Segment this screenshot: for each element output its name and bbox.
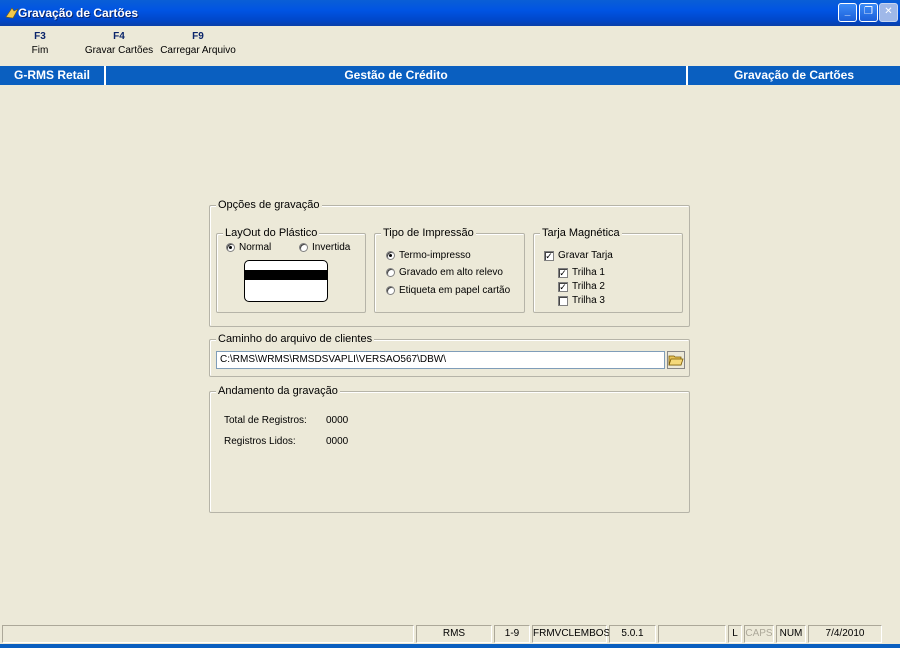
impressao-etiqueta-radio[interactable]: Etiqueta em papel cartão [386, 285, 510, 296]
checkbox-label: Trilha 3 [572, 295, 605, 306]
radio-selected [386, 251, 395, 260]
header-module: Gestão de Crédito [344, 68, 448, 82]
radio-unselected [386, 286, 395, 295]
tool-label: Fim [31, 45, 49, 56]
status-range: 1-9 [494, 625, 530, 643]
toolbar-fim-button[interactable]: F3 Fim [26, 30, 54, 58]
checkbox-checked: ✓ [558, 281, 568, 292]
key-label: F3 [34, 31, 46, 42]
status-version: 5.0.1 [609, 625, 656, 643]
layout-legend: LayOut do Plástico [223, 227, 320, 239]
tarja-legend: Tarja Magnética [540, 227, 622, 239]
trilha1-checkbox[interactable]: ✓ Trilha 1 [558, 267, 605, 278]
minimize-icon: _ [844, 6, 851, 17]
tool-label: Gravar Cartões [84, 45, 154, 56]
checkbox-label: Gravar Tarja [558, 250, 613, 261]
options-legend: Opções de gravação [216, 199, 322, 211]
radio-label: Normal [239, 242, 272, 253]
checkbox-label: Trilha 1 [572, 267, 605, 278]
restore-button[interactable]: ❐ [859, 3, 878, 22]
status-l: L [728, 625, 742, 643]
radio-label: Etiqueta em papel cartão [399, 285, 511, 296]
status-num: NUM [776, 625, 806, 643]
restore-icon: ❐ [864, 6, 873, 17]
radio-label: Invertida [312, 242, 351, 253]
andamento-group: Andamento da gravação [209, 385, 690, 513]
window-title: Gravação de Cartões [18, 6, 139, 20]
status-form: FRMVCLEMBOS [532, 625, 610, 643]
title-bar: Gravação de Cartões _ ❐ ✕ [0, 0, 900, 26]
radio-unselected [299, 243, 308, 252]
total-registros-label: Total de Registros: [224, 415, 307, 426]
function-key-toolbar: F3 Fim F4 Gravar Cartões F9 Carregar Arq… [0, 30, 900, 64]
card-preview-image [244, 260, 328, 302]
tarja-group: Tarja Magnética [533, 227, 683, 313]
magnetic-stripe [245, 270, 327, 280]
checkbox-checked: ✓ [544, 250, 554, 261]
impressao-alto-relevo-radio[interactable]: Gravado em alto relevo [386, 267, 503, 278]
radio-selected [226, 243, 235, 252]
radio-label: Gravado em alto relevo [399, 267, 503, 278]
close-button[interactable]: ✕ [879, 3, 898, 22]
layout-normal-radio[interactable]: Normal [226, 242, 271, 253]
andamento-legend: Andamento da gravação [216, 385, 340, 397]
folder-open-icon [668, 355, 684, 366]
toolbar-gravar-cartoes-button[interactable]: F4 Gravar Cartões [84, 30, 154, 58]
gravar-tarja-checkbox[interactable]: ✓ Gravar Tarja [544, 250, 613, 261]
checkbox-checked: ✓ [558, 267, 568, 278]
impressao-legend: Tipo de Impressão [381, 227, 476, 239]
header-app-name: G-RMS Retail [13, 68, 90, 82]
tool-label: Carregar Arquivo [160, 45, 236, 56]
status-message-panel [2, 625, 414, 643]
status-date: 7/4/2010 [808, 625, 882, 643]
key-label: F4 [113, 31, 125, 42]
file-path-input[interactable]: C:\RMS\WRMS\RMSDSVAPLI\VERSAO567\DBW\ [216, 351, 665, 369]
total-registros-value: 0000 [326, 415, 349, 426]
checkbox-unchecked [558, 295, 568, 306]
browse-folder-button[interactable] [667, 351, 685, 369]
checkbox-label: Trilha 2 [572, 281, 605, 292]
toolbar-carregar-arquivo-button[interactable]: F9 Carregar Arquivo [159, 30, 237, 58]
radio-unselected [386, 268, 395, 277]
layout-invertida-radio[interactable]: Invertida [299, 242, 350, 253]
key-label: F9 [192, 31, 204, 42]
minimize-button[interactable]: _ [838, 3, 857, 22]
registros-lidos-label: Registros Lidos: [224, 436, 296, 447]
status-bar: RMS 1-9 FRMVCLEMBOS 5.0.1 L CAPS NUM 7/4… [0, 624, 900, 644]
impressao-termo-radio[interactable]: Termo-impresso [386, 250, 471, 261]
close-icon: ✕ [884, 6, 893, 17]
status-rms: RMS [416, 625, 492, 643]
header-screen-name: Gravação de Cartões [733, 68, 855, 82]
module-header-bar: G-RMS Retail Gestão de Crédito Gravação … [0, 66, 900, 85]
status-empty-panel [658, 625, 726, 643]
radio-label: Termo-impresso [399, 250, 471, 261]
trilha3-checkbox[interactable]: Trilha 3 [558, 295, 605, 306]
bottom-border [0, 644, 900, 648]
status-caps: CAPS [744, 625, 774, 643]
trilha2-checkbox[interactable]: ✓ Trilha 2 [558, 281, 605, 292]
caminho-legend: Caminho do arquivo de clientes [216, 333, 375, 345]
registros-lidos-value: 0000 [326, 436, 349, 447]
